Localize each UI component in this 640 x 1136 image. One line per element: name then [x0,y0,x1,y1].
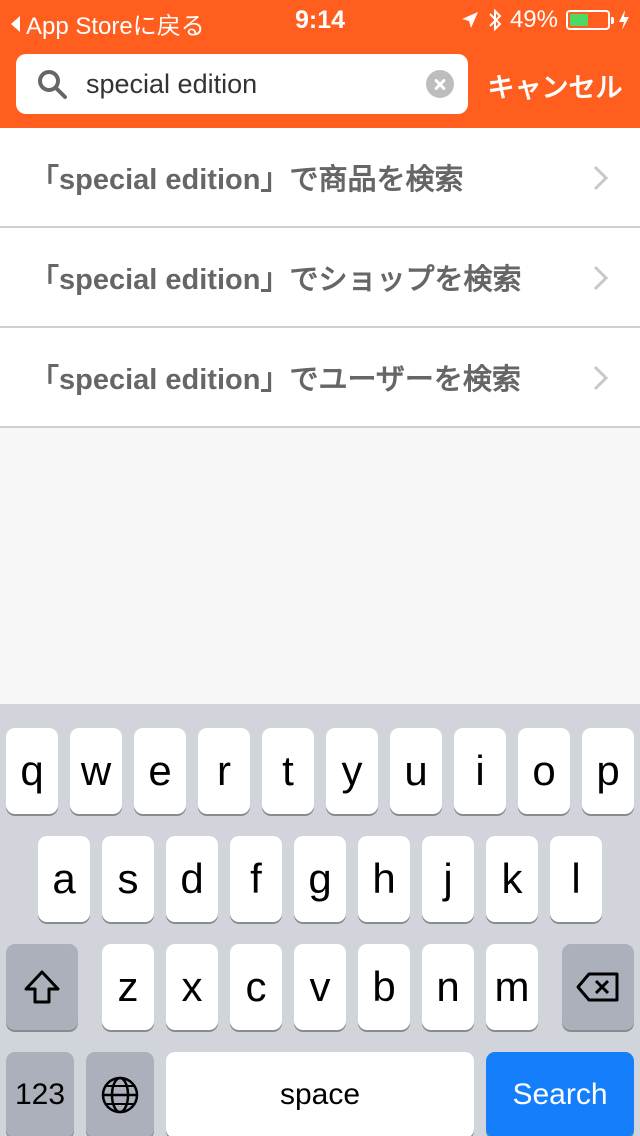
bluetooth-icon [489,8,502,32]
search-suggestions: 「special edition」で商品を検索 「special edition… [0,128,640,428]
key-p[interactable]: p [582,728,634,814]
key-b[interactable]: b [358,944,410,1030]
key-y[interactable]: y [326,728,378,814]
key-f[interactable]: f [230,836,282,922]
key-c[interactable]: c [230,944,282,1030]
row-label: 「special edition」でショップを検索 [30,264,522,296]
battery-icon [566,10,614,30]
search-users-row[interactable]: 「special edition」でユーザーを検索 [0,328,640,428]
charging-bolt-icon [619,10,629,30]
key-n[interactable]: n [422,944,474,1030]
globe-key[interactable] [86,1052,154,1136]
search-field[interactable] [16,54,468,114]
delete-key[interactable] [562,944,634,1030]
search-shops-row[interactable]: 「special edition」でショップを検索 [0,228,640,328]
row-label: 「special edition」でユーザーを検索 [30,364,521,396]
shift-key[interactable] [6,944,78,1030]
keyboard: q w e r t y u i o p a s d f g h j k l z … [0,704,640,1136]
key-r[interactable]: r [198,728,250,814]
status-bar: App Storeに戻る 9:14 49% [0,0,640,40]
key-d[interactable]: d [166,836,218,922]
row-label: 「special edition」で商品を検索 [30,164,464,196]
key-g[interactable]: g [294,836,346,922]
cancel-button[interactable]: キャンセル [484,66,626,105]
search-key[interactable]: Search [486,1052,634,1136]
key-o[interactable]: o [518,728,570,814]
space-key[interactable]: space [166,1052,474,1136]
key-k[interactable]: k [486,836,538,922]
battery-percent: 49% [509,6,558,33]
search-icon [38,70,67,99]
chevron-right-icon [593,165,609,191]
clear-icon[interactable] [426,70,454,98]
backspace-icon [576,972,619,1002]
key-u[interactable]: u [390,728,442,814]
key-t[interactable]: t [262,728,314,814]
key-i[interactable]: i [454,728,506,814]
search-products-row[interactable]: 「special edition」で商品を検索 [0,128,640,228]
chevron-right-icon [593,365,609,391]
shift-arrow-icon [24,970,60,1004]
key-s[interactable]: s [102,836,154,922]
key-m[interactable]: m [486,944,538,1030]
search-input[interactable] [86,62,426,106]
chevron-right-icon [593,265,609,291]
key-q[interactable]: q [6,728,58,814]
key-e[interactable]: e [134,728,186,814]
status-right: 49% [460,6,630,34]
key-v[interactable]: v [294,944,346,1030]
globe-icon [101,1076,139,1114]
numbers-key[interactable]: 123 [6,1052,74,1136]
key-h[interactable]: h [358,836,410,922]
top-bar: App Storeに戻る 9:14 49% キャンセル [0,0,640,128]
key-l[interactable]: l [550,836,602,922]
key-x[interactable]: x [166,944,218,1030]
key-j[interactable]: j [422,836,474,922]
location-arrow-icon [461,12,478,28]
key-a[interactable]: a [38,836,90,922]
key-w[interactable]: w [70,728,122,814]
key-z[interactable]: z [102,944,154,1030]
